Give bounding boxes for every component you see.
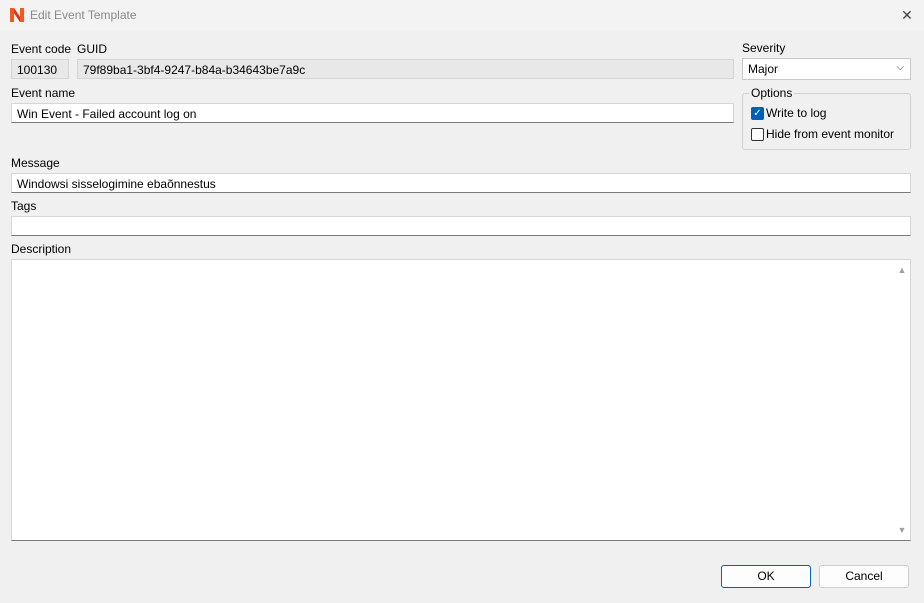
description-textarea[interactable]: ▲ ▼	[11, 259, 911, 541]
options-label: Options	[749, 86, 795, 100]
close-icon[interactable]: ✕	[896, 4, 918, 26]
message-label: Message	[11, 156, 60, 170]
message-input[interactable]: Windowsi sisselogimine ebaõnnestus	[11, 173, 911, 193]
severity-value: Major	[748, 62, 779, 76]
cancel-button[interactable]: Cancel	[819, 565, 909, 588]
hide-from-monitor-label[interactable]: Hide from event monitor	[766, 127, 894, 141]
ok-button[interactable]: OK	[721, 565, 811, 588]
event-name-input[interactable]: Win Event - Failed account log on	[11, 103, 734, 123]
write-to-log-label[interactable]: Write to log	[766, 106, 826, 120]
tags-label: Tags	[11, 199, 37, 213]
guid-field: 79f89ba1-3bf4-9247-b84a-b34643be7a9c	[77, 59, 734, 79]
scroll-down-icon[interactable]: ▼	[897, 525, 907, 535]
event-code-field: 100130	[11, 59, 69, 79]
window-title: Edit Event Template	[30, 8, 137, 22]
options-group	[742, 93, 911, 150]
description-label: Description	[11, 242, 72, 256]
scroll-up-icon[interactable]: ▲	[897, 265, 907, 275]
chevron-down-icon: ⌵	[896, 62, 904, 73]
title-bar	[0, 0, 924, 30]
event-name-label: Event name	[11, 86, 76, 100]
hide-from-monitor-checkbox[interactable]	[751, 128, 764, 141]
tags-input[interactable]	[11, 216, 911, 236]
write-to-log-checkbox[interactable]: ✓	[751, 107, 764, 120]
guid-label: GUID	[77, 42, 107, 56]
severity-label: Severity	[742, 41, 786, 55]
app-logo-icon	[10, 8, 24, 22]
severity-select[interactable]: Major ⌵	[742, 58, 911, 80]
event-code-label: Event code	[11, 42, 72, 56]
